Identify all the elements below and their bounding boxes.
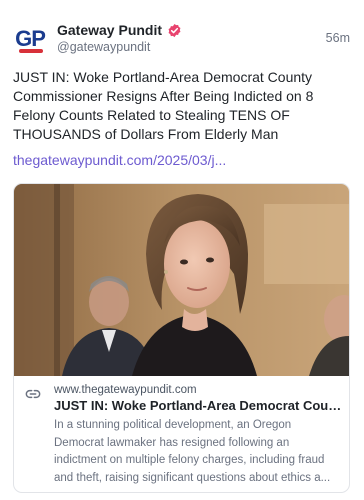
- verified-badge-icon: [167, 23, 182, 38]
- post-link[interactable]: thegatewaypundit.com/2025/03/j...: [13, 152, 349, 168]
- author-row: Gateway Pundit: [57, 20, 182, 40]
- post-text: JUST IN: Woke Portland-Area Democrat Cou…: [13, 69, 314, 142]
- link-preview-description: In a stunning political development, an …: [54, 419, 331, 484]
- link-preview-card[interactable]: www.thegatewaypundit.com JUST IN: Woke P…: [13, 183, 350, 493]
- link-icon: [25, 386, 41, 402]
- post-timestamp[interactable]: 56m: [326, 31, 350, 45]
- link-preview-body: www.thegatewaypundit.com JUST IN: Woke P…: [14, 376, 349, 492]
- avatar-logo-swoosh: [19, 49, 43, 53]
- link-preview-title[interactable]: JUST IN: Woke Portland-Area Democrat Cou…: [54, 398, 344, 413]
- avatar[interactable]: GP: [13, 22, 47, 56]
- author-handle[interactable]: @gatewaypundit: [57, 40, 150, 54]
- post-card: GP Gateway Pundit @gatewaypundit 56m JUS…: [0, 0, 364, 500]
- author-name[interactable]: Gateway Pundit: [57, 22, 162, 38]
- link-preview-domain: www.thegatewaypundit.com: [54, 384, 197, 396]
- link-preview-image[interactable]: [14, 184, 349, 376]
